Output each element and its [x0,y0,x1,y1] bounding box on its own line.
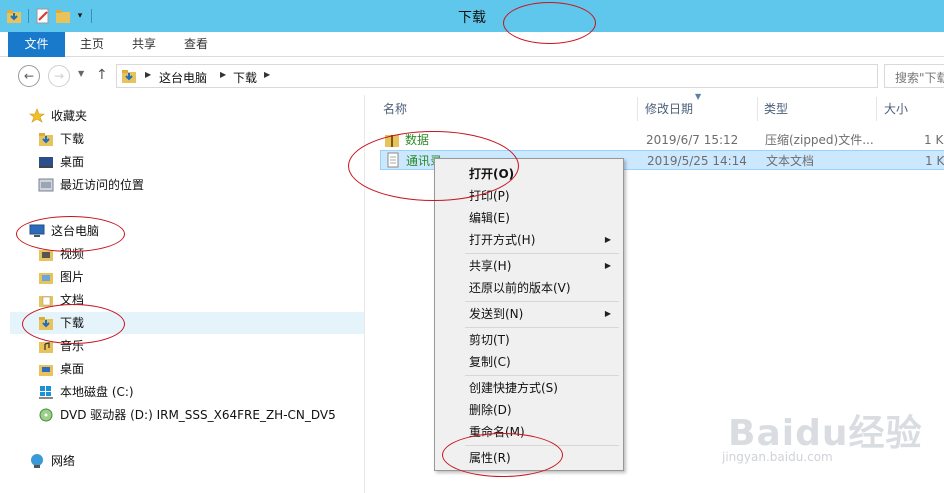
menu-separator [465,375,619,376]
annotation-ellipse-file [348,131,519,201]
file-size: 1 K [924,133,944,147]
submenu-arrow-icon: ▶ [604,235,611,244]
submenu-arrow-icon: ▶ [604,309,611,318]
menu-item-cut[interactable]: 剪切(T) [437,329,621,351]
file-date: 2019/6/7 15:12 [646,133,739,147]
menu-separator [465,301,619,302]
watermark-brand: Baidu经验 [728,413,923,454]
downloads-folder-icon [38,131,54,147]
breadcrumb-downloads[interactable]: 下载 [233,69,257,86]
star-icon [29,108,45,124]
context-menu: 打开(O) 打印(P) 编辑(E) 打开方式(H) ▶ 共享(H) ▶ 还原以前… [434,158,624,471]
forward-button[interactable]: → [48,65,70,87]
menu-item-label: 打开方式(H) [469,233,536,247]
menu-item-share[interactable]: 共享(H) ▶ [437,255,621,277]
menu-separator [465,253,619,254]
back-button[interactable]: ← [18,65,40,87]
breadcrumb-this-pc[interactable]: 这台电脑 [159,69,207,86]
window-title: 下载 [458,10,486,26]
file-date: 2019/5/25 14:14 [647,154,747,168]
tab-view[interactable]: 查看 [174,32,218,57]
file-type: 压缩(zipped)文件... [765,133,874,147]
watermark-url: jingyan.baidu.com [722,450,833,464]
column-header-name[interactable]: 名称 [383,97,407,121]
title-bar: ▾ 下载 [0,0,944,32]
navigation-row: ← → ▼ ↑ ▶ 这台电脑 ▶ 下载 ▶ ▼ ↻ 搜索"下载" [0,57,944,95]
column-divider[interactable] [876,97,877,121]
downloads-folder-icon [121,68,137,84]
tab-file[interactable]: 文件 [8,32,65,57]
menu-item-create-shortcut[interactable]: 创建快捷方式(S) [437,377,621,399]
menu-item-label: 发送到(N) [469,307,524,321]
windows-drive-icon [38,384,54,400]
menu-item-restore-versions[interactable]: 还原以前的版本(V) [437,277,621,299]
column-divider[interactable] [637,97,638,121]
search-input[interactable]: 搜索"下载" [884,64,944,88]
tab-home[interactable]: 主页 [70,32,114,57]
column-header-size[interactable]: 大小 [884,97,908,121]
annotation-ellipse-this-pc [16,216,125,252]
recent-locations-dropdown-icon[interactable]: ▼ [78,69,84,78]
column-header-type[interactable]: 类型 [764,97,788,121]
column-header-date[interactable]: 修改日期 [645,97,693,121]
breadcrumb-chevron-icon[interactable]: ▶ [145,70,151,79]
tab-share[interactable]: 共享 [122,32,166,57]
dvd-drive-icon [38,407,54,423]
menu-separator [465,327,619,328]
submenu-arrow-icon: ▶ [604,261,611,270]
baidu-watermark: Baidu经验 jingyan.baidu.com [722,400,942,480]
menu-item-open-with[interactable]: 打开方式(H) ▶ [437,229,621,251]
up-button[interactable]: ↑ [96,67,108,83]
menu-item-send-to[interactable]: 发送到(N) ▶ [437,303,621,325]
menu-item-edit[interactable]: 编辑(E) [437,207,621,229]
network-icon [29,453,45,469]
breadcrumb-chevron-icon[interactable]: ▶ [220,70,226,79]
menu-item-copy[interactable]: 复制(C) [437,351,621,373]
navigation-pane: 收藏夹 下载 桌面 最近访问的位置 这台电脑 视频 图片 文档 下载 音乐 桌面 [0,95,365,493]
desktop-folder-icon [38,361,54,377]
file-size: 1 K [925,154,944,168]
pictures-folder-icon [38,269,54,285]
annotation-ellipse-title [503,2,596,44]
desktop-icon [38,154,54,170]
file-type: 文本文档 [766,154,815,168]
address-bar[interactable]: ▶ 这台电脑 ▶ 下载 ▶ ▼ ↻ [116,64,878,88]
sort-descending-icon: ▼ [695,92,702,101]
breadcrumb-chevron-icon[interactable]: ▶ [264,70,270,79]
recent-places-icon [38,177,54,193]
column-divider[interactable] [757,97,758,121]
ribbon-tabs: 文件 主页 共享 查看 [0,32,944,57]
menu-item-label: 共享(H) [469,259,512,273]
menu-item-delete[interactable]: 删除(D) [437,399,621,421]
annotation-ellipse-properties [442,433,563,477]
annotation-ellipse-downloads [22,304,125,344]
